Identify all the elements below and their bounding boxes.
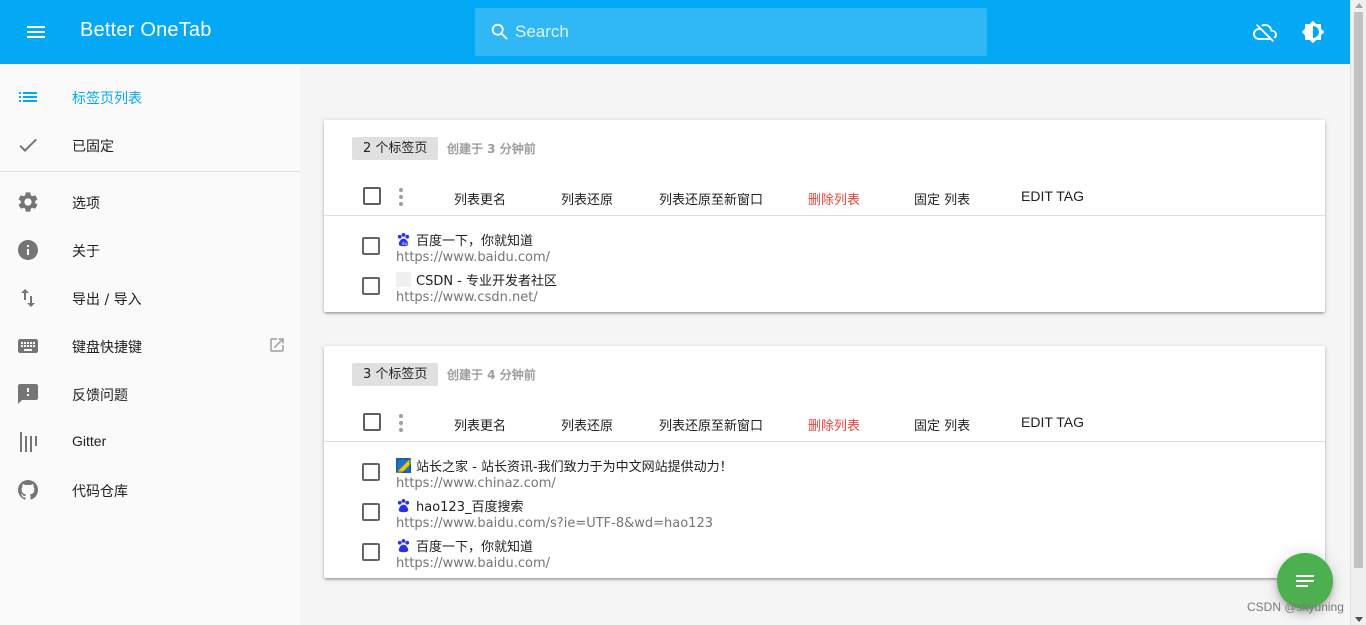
check-icon — [19, 138, 37, 152]
tab-url: https://www.baidu.com/ — [396, 250, 551, 265]
sidebar-item-label: 标签页列表 — [72, 91, 142, 107]
edit-tag-button[interactable]: EDIT TAG — [1021, 414, 1084, 430]
tab-title-link[interactable]: CSDN - 专业开发者社区 — [416, 270, 557, 289]
scroll-down-icon[interactable] — [1355, 617, 1363, 622]
more-vert-icon[interactable] — [398, 188, 404, 206]
list-icon — [19, 92, 37, 102]
tab-checkbox[interactable] — [362, 463, 380, 481]
feedback-icon — [18, 384, 38, 404]
created-time: 创建于 4 分钟前 — [447, 368, 536, 382]
menu-icon[interactable] — [24, 20, 48, 44]
info-icon — [18, 240, 38, 260]
restore-list-button[interactable]: 列表还原 — [561, 415, 613, 434]
pin-list-button[interactable]: 固定 列表 — [914, 189, 970, 208]
list-toolbar: 列表更名 列表还原 列表还原至新窗口 删除列表 固定 列表 EDIT TAG — [324, 180, 1325, 216]
tab-count-chip[interactable]: 3 个标签页 — [352, 363, 439, 386]
keyboard-icon — [18, 339, 38, 353]
scroll-up-icon[interactable] — [1355, 3, 1363, 8]
github-icon — [18, 480, 38, 500]
open-in-new-icon — [270, 338, 284, 352]
sidebar-item-pinned[interactable]: 已固定 — [0, 121, 300, 169]
tab-title-link[interactable]: 百度一下，你就知道 — [416, 230, 533, 249]
more-vert-icon[interactable] — [398, 414, 404, 432]
tab-url: https://www.baidu.com/ — [396, 556, 551, 571]
sidebar-item-gitter[interactable]: Gitter — [0, 418, 300, 466]
app-title: Better OneTab — [80, 19, 212, 41]
scroll-thumb[interactable] — [1354, 12, 1363, 568]
sidebar-item-label: 已固定 — [72, 139, 114, 155]
sidebar-item-options[interactable]: 选项 — [0, 178, 300, 226]
tab-row: CSDN - 专业开发者社区 https://www.csdn.net/ — [324, 266, 1325, 306]
restore-list-button[interactable]: 列表还原 — [561, 189, 613, 208]
rename-list-button[interactable]: 列表更名 — [454, 415, 506, 434]
tab-row: du 百度一下，你就知道 https://www.baidu.com/ — [324, 226, 1325, 266]
import-export-icon — [21, 289, 35, 307]
page-scrollbar[interactable] — [1350, 0, 1366, 625]
restore-new-window-button[interactable]: 列表还原至新窗口 — [659, 189, 763, 208]
pin-list-button[interactable]: 固定 列表 — [914, 415, 970, 434]
blank-favicon — [396, 272, 411, 287]
sidebar-divider — [0, 171, 300, 172]
delete-list-button[interactable]: 删除列表 — [808, 189, 860, 208]
baidu-favicon — [397, 498, 410, 513]
sidebar-item-repository[interactable]: 代码仓库 — [0, 466, 300, 514]
sidebar-item-label: Gitter — [72, 433, 107, 449]
gear-icon — [18, 192, 38, 212]
tab-title-link[interactable]: hao123_百度搜索 — [416, 496, 523, 515]
sidebar-item-label: 反馈问题 — [72, 388, 128, 404]
delete-list-button[interactable]: 删除列表 — [808, 415, 860, 434]
tab-title-link[interactable]: 百度一下，你就知道 — [416, 536, 533, 555]
list-toolbar: 列表更名 列表还原 列表还原至新窗口 删除列表 固定 列表 EDIT TAG — [324, 406, 1325, 442]
sidebar-item-label: 导出 / 导入 — [72, 292, 142, 308]
created-time: 创建于 3 分钟前 — [447, 142, 536, 156]
tab-title-link[interactable]: 站长之家 - 站长资讯-我们致力于为中文网站提供动力！ — [416, 456, 733, 475]
tab-url: https://www.csdn.net/ — [396, 290, 538, 305]
brightness-icon[interactable] — [1301, 20, 1325, 44]
tab-row: 站长之家 - 站长资讯-我们致力于为中文网站提供动力！ https://www.… — [324, 452, 1325, 492]
sidebar-item-label: 键盘快捷键 — [72, 340, 142, 356]
cloud-off-icon[interactable] — [1253, 20, 1277, 44]
baidu-favicon — [397, 538, 410, 553]
search-input[interactable] — [515, 22, 965, 42]
edit-tag-button[interactable]: EDIT TAG — [1021, 188, 1084, 204]
notes-icon — [1296, 575, 1314, 587]
tab-row: 百度一下，你就知道 https://www.baidu.com/ — [324, 532, 1325, 572]
tab-checkbox[interactable] — [362, 277, 380, 295]
tab-url: https://www.baidu.com/s?ie=UTF-8&wd=hao1… — [396, 516, 713, 531]
sidebar-item-label: 选项 — [72, 196, 100, 212]
sidebar-item-tab-lists[interactable]: 标签页列表 — [0, 73, 300, 121]
tab-checkbox[interactable] — [362, 503, 380, 521]
search-box[interactable] — [475, 8, 987, 56]
tab-list-card: 2 个标签页 创建于 3 分钟前 列表更名 列表还原 列表还原至新窗口 删除列表… — [324, 120, 1325, 312]
tab-count-chip[interactable]: 2 个标签页 — [352, 137, 439, 160]
tab-checkbox[interactable] — [362, 543, 380, 561]
sidebar-item-keyboard-shortcuts[interactable]: 键盘快捷键 — [0, 322, 300, 370]
rename-list-button[interactable]: 列表更名 — [454, 189, 506, 208]
search-icon — [491, 23, 508, 40]
sidebar-item-about[interactable]: 关于 — [0, 226, 300, 274]
sidebar: 标签页列表 已固定 选项 关于 导出 / 导入 键盘快捷键 反馈问题 Gitte… — [0, 64, 300, 625]
tab-row: hao123_百度搜索 https://www.baidu.com/s?ie=U… — [324, 492, 1325, 532]
tab-checkbox[interactable] — [362, 237, 380, 255]
sidebar-item-feedback[interactable]: 反馈问题 — [0, 370, 300, 418]
sidebar-item-label: 代码仓库 — [72, 484, 128, 500]
gitter-icon — [20, 432, 37, 452]
tab-list-card: 3 个标签页 创建于 4 分钟前 列表更名 列表还原 列表还原至新窗口 删除列表… — [324, 346, 1325, 578]
tab-url: https://www.chinaz.com/ — [396, 476, 556, 491]
sidebar-item-import-export[interactable]: 导出 / 导入 — [0, 274, 300, 322]
svg-text:du: du — [402, 241, 408, 247]
baidu-favicon: du — [397, 232, 410, 247]
sidebar-item-label: 关于 — [72, 244, 100, 260]
watermark: CSDN @skyuning — [1247, 600, 1344, 614]
select-all-checkbox[interactable] — [363, 187, 381, 205]
app-bar: Better OneTab — [0, 0, 1350, 64]
chinaz-favicon — [396, 458, 411, 473]
select-all-checkbox[interactable] — [363, 413, 381, 431]
restore-new-window-button[interactable]: 列表还原至新窗口 — [659, 415, 763, 434]
